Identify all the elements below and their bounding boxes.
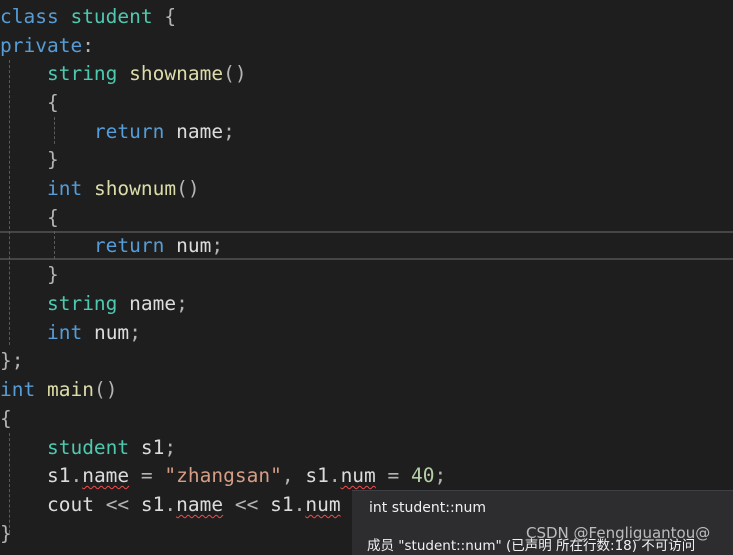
dot: . — [70, 464, 83, 487]
watermark: CSDN @Fengliguantou@ — [526, 524, 711, 542]
identifier: name — [176, 120, 224, 143]
operator: << — [234, 493, 259, 516]
semicolon: ; — [176, 292, 188, 315]
code-line[interactable]: s1.name = "zhangsan", s1.num = 40; — [0, 461, 446, 490]
brace: } — [0, 349, 12, 372]
operator: = — [387, 464, 400, 487]
semicolon: ; — [11, 349, 24, 372]
operator: = — [140, 464, 153, 487]
identifier: name — [129, 292, 177, 315]
access-specifier: private — [0, 34, 83, 57]
error-identifier[interactable]: name — [176, 493, 223, 516]
code-line[interactable]: student s1; — [0, 433, 176, 462]
code-line[interactable]: } — [0, 260, 59, 289]
semicolon: ; — [223, 120, 235, 143]
tooltip-signature: int student::num — [369, 500, 487, 516]
parens: () — [176, 177, 200, 200]
identifier: s1 — [140, 493, 165, 516]
keyword: int — [0, 378, 36, 401]
parens: () — [93, 378, 118, 401]
type-name: student — [46, 436, 130, 459]
code-line[interactable]: return num; — [0, 231, 223, 260]
colon: : — [82, 34, 94, 57]
dot: . — [293, 493, 306, 516]
semicolon: ; — [129, 321, 141, 344]
identifier: cout — [46, 493, 94, 516]
keyword: return — [93, 234, 165, 257]
code-line[interactable]: { — [0, 404, 12, 433]
number-literal: 40 — [411, 464, 435, 487]
dot: . — [164, 493, 177, 516]
identifier: num — [176, 234, 212, 257]
semicolon: ; — [434, 464, 447, 487]
keyword: class — [0, 5, 59, 28]
code-editor[interactable]: class student { private: string showname… — [0, 0, 733, 555]
identifier: num — [93, 321, 130, 344]
identifier: s1 — [140, 436, 165, 459]
code-line[interactable]: int num; — [0, 318, 141, 347]
code-line[interactable]: return name; — [0, 117, 235, 146]
identifier: s1 — [270, 493, 294, 516]
parens: () — [223, 62, 247, 85]
brace: { — [164, 5, 177, 28]
operator: << — [105, 493, 130, 516]
brace: { — [46, 206, 59, 229]
code-line[interactable]: cout << s1.name << s1.num — [0, 490, 341, 519]
keyword: int — [46, 321, 83, 344]
code-line[interactable]: int shownum() — [0, 174, 200, 203]
code-line[interactable]: } — [0, 145, 59, 174]
code-line[interactable]: class student { — [0, 2, 176, 31]
code-line[interactable]: { — [0, 203, 59, 232]
brace: { — [0, 407, 12, 430]
brace: } — [46, 263, 59, 286]
function-name: main — [46, 378, 94, 401]
code-line[interactable]: } — [0, 519, 12, 548]
string-literal: "zhangsan" — [164, 464, 282, 487]
code-line[interactable]: }; — [0, 346, 24, 375]
class-name: student — [70, 5, 153, 28]
brace: { — [46, 91, 59, 114]
identifier: s1 — [46, 464, 71, 487]
type-name: string — [46, 62, 118, 85]
type-name: string — [46, 292, 118, 315]
keyword: return — [93, 120, 165, 143]
keyword: int — [46, 177, 83, 200]
quick-info-tooltip: int student::num 成员 "student::num" (已声明 … — [352, 490, 733, 555]
semicolon: ; — [164, 436, 177, 459]
code-line[interactable]: int main() — [0, 375, 117, 404]
code-line[interactable]: { — [0, 88, 59, 117]
error-identifier[interactable]: name — [82, 464, 129, 487]
error-identifier[interactable]: num — [305, 493, 340, 516]
brace: } — [46, 148, 59, 171]
comma: , — [281, 464, 294, 487]
code-line[interactable]: string showname() — [0, 59, 247, 88]
semicolon: ; — [211, 234, 224, 257]
brace: } — [0, 522, 12, 545]
function-name: shownum — [93, 177, 177, 200]
function-name: showname — [129, 62, 224, 85]
identifier: s1 — [305, 464, 329, 487]
code-line[interactable]: private: — [0, 31, 94, 60]
error-identifier[interactable]: num — [341, 464, 376, 487]
code-line[interactable]: string name; — [0, 289, 188, 318]
dot: . — [328, 464, 341, 487]
